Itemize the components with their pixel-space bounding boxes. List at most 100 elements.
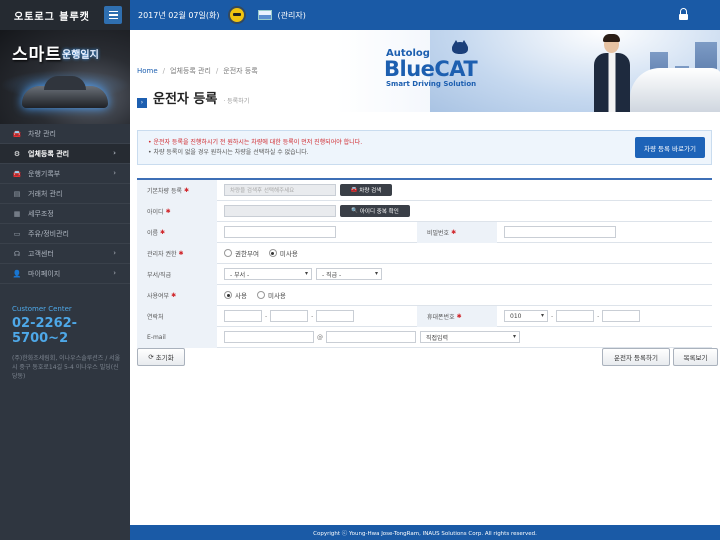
main-content: Autolog BlueCAT Smart Driving Solution H… <box>130 30 720 525</box>
menu-toggle-button[interactable] <box>104 6 122 24</box>
app-brand: 오토로그 블루캣 <box>0 0 130 30</box>
email-domain-input[interactable] <box>326 331 416 343</box>
rank-select[interactable]: - 직급 - <box>316 268 382 280</box>
mobile-prefix-select[interactable]: 010 <box>504 310 548 322</box>
refresh-icon: ⟳ <box>148 353 156 361</box>
email-domain-select[interactable]: 직접입력 <box>420 331 520 343</box>
form-row-userid: 아이디 ✱ 🔍 아이디 중복 확인 <box>137 200 712 222</box>
avatar <box>227 6 246 24</box>
notice-line: 운전자 등록을 진행하시기 전 원하시는 차량에 대한 등록이 먼저 진행되어야… <box>148 138 362 148</box>
car-image <box>630 68 720 112</box>
sidebar-nav: 🚘 차량 관리 ⚙ 업체등록 관리 › 🚘 운행기록부 › ▤ 거래처 관리 ▦… <box>0 124 130 284</box>
phone-part3-input[interactable] <box>316 310 355 322</box>
form-row-vehicle: 기본차량 등록 ✱ 차량을 검색후 선택해주세요 🚘 차량 검색 <box>137 179 712 201</box>
form-row-phone: 연락처 - - 휴대폰번호✱ 010 - - <box>137 305 712 327</box>
required-icon: ✱ <box>456 312 462 320</box>
phone-part2-input[interactable] <box>270 310 309 322</box>
use-no-radio[interactable]: 미사용 <box>256 290 286 300</box>
vehicle-search-button[interactable]: 🚘 차량 검색 <box>340 184 392 196</box>
lock-icon[interactable] <box>679 8 688 20</box>
sidebar-item-label: 거래처 관리 <box>28 189 63 198</box>
field-label: 사용여부 <box>147 292 170 300</box>
breadcrumb-item[interactable]: 업체등록 관리 <box>170 67 211 75</box>
use-yes-radio[interactable]: 사용 <box>224 290 247 300</box>
field-label: 아이디 <box>147 208 164 216</box>
dept-select[interactable]: - 부서 - <box>224 268 312 280</box>
customer-center-address: (주)한화조세림회, 이나우스솔루션즈 / 서울시 중구 동호로14길 5-4 … <box>12 355 121 380</box>
top-bar: 2017년 02월 07일(화) (관리자) <box>130 0 720 30</box>
required-icon: ✱ <box>171 291 177 299</box>
flag-icon <box>257 10 272 20</box>
userid-check-button[interactable]: 🔍 아이디 중복 확인 <box>340 205 410 217</box>
list-button[interactable]: 목록보기 <box>673 348 718 366</box>
sidebar-item-logbook[interactable]: 🚘 운행기록부 › <box>0 164 130 184</box>
sidebar-item-company[interactable]: ⚙ 업체등록 관리 › <box>0 144 130 164</box>
breadcrumb: Home / 업체등록 관리 / 운전자 등록 <box>137 67 258 75</box>
page-title-text: 운전자 등록 <box>153 92 218 107</box>
reset-button[interactable]: ⟳ 초기화 <box>137 348 185 366</box>
password-input[interactable] <box>504 226 616 238</box>
sidebar-item-label: 주유/정비관리 <box>28 229 69 238</box>
form-row-name: 이름 ✱ 비밀번호 ✱ <box>137 221 712 243</box>
card-icon: ▭ <box>13 229 21 238</box>
sidebar-item-support[interactable]: ☊ 고객센터 › <box>0 244 130 264</box>
field-label: 연락처 <box>147 313 164 321</box>
driver-image <box>592 34 632 112</box>
register-driver-button[interactable]: 운전자 등록하기 <box>602 348 670 366</box>
breadcrumb-home[interactable]: Home <box>137 67 158 75</box>
required-icon: ✱ <box>160 228 166 236</box>
auth-grant-radio[interactable]: 권한부여 <box>224 248 259 258</box>
notice-box: 운전자 등록을 진행하시기 전 원하시는 차량에 대한 등록이 먼저 진행되어야… <box>137 130 712 165</box>
field-label: 휴대폰번호 <box>427 313 455 321</box>
email-id-input[interactable] <box>224 331 314 343</box>
notice-line: 차량 등록이 없을 경우 원하시는 차량을 선택하실 수 없습니다. <box>148 148 362 158</box>
calculator-icon: ▦ <box>13 209 21 218</box>
gear-icon: ⚙ <box>13 149 21 158</box>
userid-input[interactable] <box>224 205 336 217</box>
form-row-auth: 관리자 권한 ✱ 권한부여 미사용 <box>137 242 712 264</box>
sidebar-item-vehicle[interactable]: 🚘 차량 관리 <box>0 124 130 144</box>
field-label: 관리자 권한 <box>147 250 177 258</box>
document-icon: ▤ <box>13 189 21 198</box>
sidebar-item-label: 운행기록부 <box>28 169 61 178</box>
customer-center-phone: 02-2262-5700~2 <box>12 316 78 346</box>
required-icon: ✱ <box>451 228 457 236</box>
field-label: 비밀번호 <box>427 229 450 237</box>
phone-part1-input[interactable] <box>224 310 262 322</box>
form-row-email: E-mail @ 직접입력 <box>137 326 712 348</box>
field-label: 기본차량 등록 <box>147 187 183 195</box>
banner-subtitle: 운행일지 <box>62 50 99 61</box>
sidebar-item-clients[interactable]: ▤ 거래처 관리 <box>0 184 130 204</box>
form-row-use: 사용여부 ✱ 사용 미사용 <box>137 284 712 306</box>
customer-center: Customer Center 02-2262-5700~2 (주)한화조세림회… <box>12 305 130 381</box>
mobile-part2-input[interactable] <box>556 310 595 322</box>
current-date: 2017년 02월 07일(화) <box>138 10 220 20</box>
title-marker-icon: › <box>137 97 147 108</box>
chevron-right-icon: › <box>113 249 116 257</box>
sidebar-item-label: 고객센터 <box>28 249 54 258</box>
chevron-right-icon: › <box>113 169 116 177</box>
name-input[interactable] <box>224 226 336 238</box>
at-symbol: @ <box>317 333 323 341</box>
form-row-dept: 부서/직급 - 부서 - - 직급 - <box>137 263 712 285</box>
headset-icon: ☊ <box>13 249 21 258</box>
sidebar-item-tax[interactable]: ▦ 세무조정 <box>0 204 130 224</box>
auth-none-radio[interactable]: 미사용 <box>268 248 298 258</box>
car-image <box>22 76 108 108</box>
sidebar-item-mypage[interactable]: 👤 마이페이지 › <box>0 264 130 284</box>
user-icon: 👤 <box>12 269 22 278</box>
field-label: 이름 <box>147 229 159 237</box>
banner-title: 스마트 <box>12 45 62 65</box>
goto-vehicle-register-button[interactable]: 차량 등록 바로가기 <box>635 137 705 158</box>
sidebar-item-fuel[interactable]: ▭ 주유/정비관리 <box>0 224 130 244</box>
sidebar-banner: 스마트 운행일지 <box>0 30 130 124</box>
sidebar-item-label: 세무조정 <box>28 209 54 218</box>
mobile-part3-input[interactable] <box>602 310 641 322</box>
app-title: 오토로그 블루캣 <box>14 11 90 23</box>
car-icon: 🚘 <box>350 187 360 193</box>
footer: Copyright ⓒ Young-Hwa Jose-TongRam, INAU… <box>130 525 720 540</box>
sidebar: 오토로그 블루캣 스마트 운행일지 🚘 차량 관리 ⚙ 업체등록 관리 › 🚘 … <box>0 0 130 540</box>
chevron-right-icon: › <box>113 269 116 277</box>
vehicle-input[interactable]: 차량을 검색후 선택해주세요 <box>224 184 336 196</box>
required-icon: ✱ <box>178 249 184 257</box>
